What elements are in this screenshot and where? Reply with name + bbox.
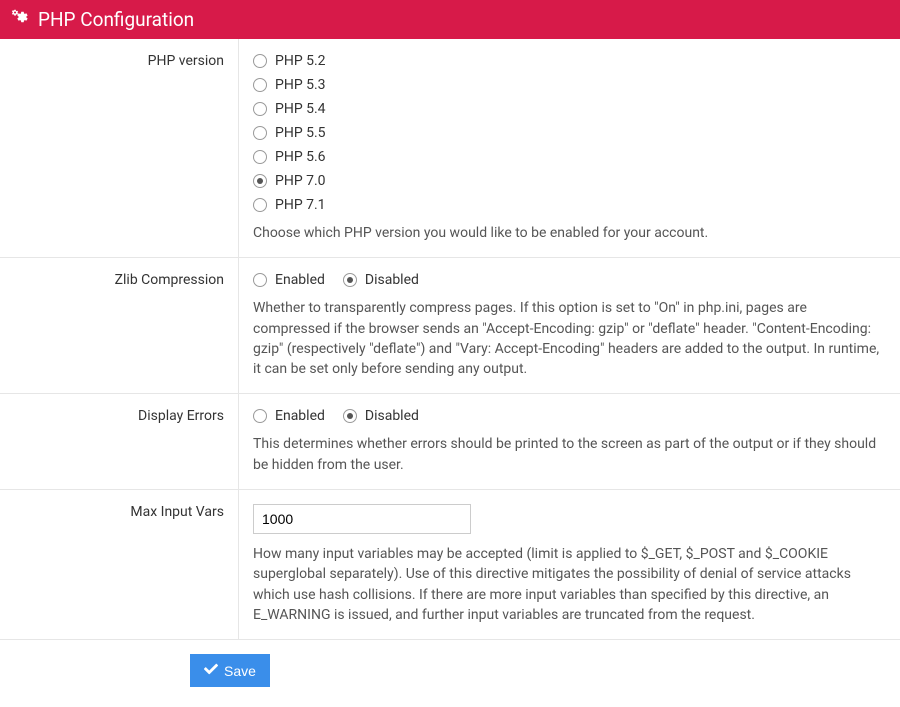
radio-icon xyxy=(253,78,267,92)
panel-title: PHP Configuration xyxy=(38,8,194,31)
display-errors-radio-group: Enabled Disabled xyxy=(253,408,886,424)
display-errors-enabled-radio[interactable]: Enabled xyxy=(253,408,325,424)
radio-label: Enabled xyxy=(275,408,325,424)
display-errors-label: Display Errors xyxy=(0,394,239,489)
radio-icon xyxy=(253,409,267,423)
max-input-vars-row: Max Input Vars How many input variables … xyxy=(0,490,900,640)
php-version-radio[interactable]: PHP 5.5 xyxy=(253,125,886,141)
display-errors-content: Enabled Disabled This determines whether… xyxy=(239,408,900,475)
php-version-row: PHP version PHP 5.2 PHP 5.3 PHP 5.4 PHP 5.5… xyxy=(0,39,900,258)
radio-label: PHP 5.3 xyxy=(275,77,326,93)
form-footer: Save xyxy=(0,640,900,701)
radio-label: PHP 5.2 xyxy=(275,53,326,69)
radio-icon xyxy=(253,102,267,116)
php-version-radio[interactable]: PHP 7.0 xyxy=(253,173,886,189)
radio-label: PHP 7.1 xyxy=(275,197,326,213)
max-input-vars-content: How many input variables may be accepted… xyxy=(239,504,900,625)
cogs-icon xyxy=(12,8,30,31)
php-version-radio[interactable]: PHP 5.4 xyxy=(253,101,886,117)
radio-label: PHP 7.0 xyxy=(275,173,326,189)
radio-icon xyxy=(253,273,267,287)
radio-icon xyxy=(253,198,267,212)
zlib-row: Zlib Compression Enabled Disabled Whethe… xyxy=(0,258,900,394)
radio-icon xyxy=(343,409,357,423)
panel-header: PHP Configuration xyxy=(0,0,900,39)
php-version-label: PHP version xyxy=(0,39,239,257)
php-version-radio[interactable]: PHP 5.3 xyxy=(253,77,886,93)
check-icon xyxy=(204,662,218,679)
save-button-label: Save xyxy=(224,663,256,679)
radio-label: Disabled xyxy=(365,408,419,424)
display-errors-help: This determines whether errors should be… xyxy=(253,434,886,475)
radio-icon xyxy=(253,174,267,188)
display-errors-row: Display Errors Enabled Disabled This det… xyxy=(0,394,900,490)
zlib-enabled-radio[interactable]: Enabled xyxy=(253,272,325,288)
radio-icon xyxy=(253,150,267,164)
php-version-help: Choose which PHP version you would like … xyxy=(253,223,886,243)
save-button[interactable]: Save xyxy=(190,654,270,687)
radio-label: Disabled xyxy=(365,272,419,288)
radio-icon xyxy=(253,54,267,68)
radio-icon xyxy=(253,126,267,140)
zlib-radio-group: Enabled Disabled xyxy=(253,272,886,288)
max-input-vars-help: How many input variables may be accepted… xyxy=(253,544,886,625)
display-errors-disabled-radio[interactable]: Disabled xyxy=(343,408,419,424)
zlib-help: Whether to transparently compress pages.… xyxy=(253,298,886,379)
max-input-vars-label: Max Input Vars xyxy=(0,490,239,639)
php-version-radio-group: PHP 5.2 PHP 5.3 PHP 5.4 PHP 5.5 PHP 5.6 PHP 7… xyxy=(253,53,886,213)
php-version-radio[interactable]: PHP 5.6 xyxy=(253,149,886,165)
php-version-radio[interactable]: PHP 5.2 xyxy=(253,53,886,69)
max-input-vars-input[interactable] xyxy=(253,504,471,534)
radio-icon xyxy=(343,273,357,287)
zlib-label: Zlib Compression xyxy=(0,258,239,393)
php-version-radio[interactable]: PHP 7.1 xyxy=(253,197,886,213)
zlib-content: Enabled Disabled Whether to transparentl… xyxy=(239,272,900,379)
radio-label: PHP 5.5 xyxy=(275,125,326,141)
php-version-content: PHP 5.2 PHP 5.3 PHP 5.4 PHP 5.5 PHP 5.6 PHP 7… xyxy=(239,53,900,243)
radio-label: PHP 5.4 xyxy=(275,101,326,117)
radio-label: Enabled xyxy=(275,272,325,288)
zlib-disabled-radio[interactable]: Disabled xyxy=(343,272,419,288)
radio-label: PHP 5.6 xyxy=(275,149,326,165)
